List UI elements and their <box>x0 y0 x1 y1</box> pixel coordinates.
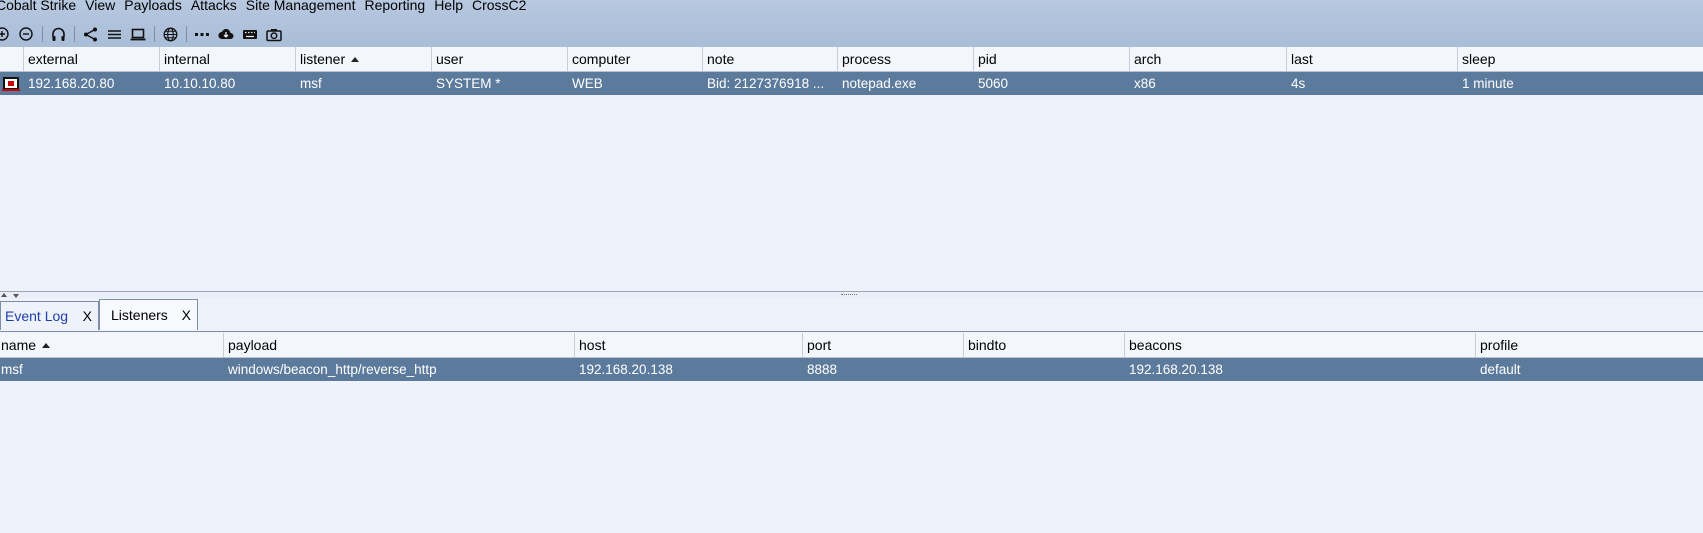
beacons-table: external internal listener user computer… <box>0 47 1703 95</box>
minus-circle-icon[interactable] <box>18 26 34 42</box>
beacon-status-icon <box>0 72 24 95</box>
cell-pid: 5060 <box>978 76 1009 91</box>
column-header-arch[interactable]: arch <box>1130 47 1287 71</box>
menu-view[interactable]: View <box>85 0 115 15</box>
menu-attacks[interactable]: Attacks <box>191 0 237 15</box>
sort-ascending-icon <box>42 343 51 348</box>
cell-beacons: 192.168.20.138 <box>1129 362 1223 377</box>
column-header-sleep[interactable]: sleep <box>1458 47 1703 71</box>
cell-internal: 10.10.10.80 <box>164 76 236 91</box>
cell-payload: windows/beacon_http/reverse_http <box>228 362 437 377</box>
menu-help[interactable]: Help <box>434 0 463 15</box>
globe-icon[interactable] <box>162 26 178 42</box>
column-header-port[interactable]: port <box>803 333 964 357</box>
column-header-last[interactable]: last <box>1287 47 1458 71</box>
column-header-name[interactable]: name <box>0 333 224 357</box>
collapse-up-icon[interactable] <box>1 293 7 297</box>
share-icon[interactable] <box>82 26 98 42</box>
cell-last: 4s <box>1291 76 1306 91</box>
tab-event-log[interactable]: Event Log X <box>0 301 99 330</box>
tab-close-button[interactable]: X <box>83 308 92 324</box>
menu-reporting[interactable]: Reporting <box>364 0 425 15</box>
cell-computer: WEB <box>572 76 603 91</box>
column-header-external[interactable]: external <box>24 47 160 71</box>
column-header-profile[interactable]: profile <box>1476 333 1703 357</box>
menu-cobalt-strike[interactable]: Cobalt Strike <box>0 0 76 15</box>
cell-sleep: 1 minute <box>1462 76 1514 91</box>
tab-label: Event Log <box>5 308 69 324</box>
laptop-icon[interactable] <box>130 26 146 42</box>
split-pane-arrows <box>0 292 19 298</box>
menu-crossc2[interactable]: CrossC2 <box>472 0 526 15</box>
cell-port: 8888 <box>807 362 838 377</box>
cell-bindto <box>964 358 1125 381</box>
tab-bar: Event Log X Listeners X <box>0 299 1703 332</box>
cell-profile: default <box>1480 362 1521 377</box>
menu-payloads[interactable]: Payloads <box>124 0 182 15</box>
listeners-table-header: name payload host port bindto beacons pr… <box>0 333 1703 358</box>
column-header-bindto[interactable]: bindto <box>964 333 1125 357</box>
split-pane-divider[interactable] <box>0 291 1703 298</box>
sort-ascending-icon <box>351 57 360 62</box>
cell-note: Bid: 2127376918 ... <box>707 76 825 91</box>
camera-icon[interactable] <box>266 26 282 42</box>
tab-listeners[interactable]: Listeners X <box>99 299 198 330</box>
column-header-pid[interactable]: pid <box>974 47 1130 71</box>
cell-arch: x86 <box>1134 76 1156 91</box>
table-row[interactable]: msf windows/beacon_http/reverse_http 192… <box>0 358 1703 381</box>
dots-icon[interactable] <box>194 26 210 42</box>
cloud-download-icon[interactable] <box>218 26 234 42</box>
list-icon[interactable] <box>106 26 122 42</box>
tab-label: Listeners <box>111 307 168 323</box>
column-header-computer[interactable]: computer <box>568 47 703 71</box>
menu-site-management[interactable]: Site Management <box>246 0 356 15</box>
column-header-listener[interactable]: listener <box>296 47 432 71</box>
drag-handle-icon[interactable] <box>841 294 857 297</box>
toolbar-separator <box>74 26 75 42</box>
listeners-table: name payload host port bindto beacons pr… <box>0 333 1703 381</box>
plus-circle-icon[interactable] <box>0 26 10 42</box>
column-header-host[interactable]: host <box>575 333 803 357</box>
toolbar <box>0 24 290 44</box>
beacons-table-header: external internal listener user computer… <box>0 47 1703 72</box>
toolbar-separator <box>42 26 43 42</box>
keyboard-icon[interactable] <box>242 26 258 42</box>
column-header-payload[interactable]: payload <box>224 333 575 357</box>
column-header-process[interactable]: process <box>838 47 974 71</box>
toolbar-separator <box>186 26 187 42</box>
cell-host: 192.168.20.138 <box>579 362 673 377</box>
table-row[interactable]: 192.168.20.80 10.10.10.80 msf SYSTEM * W… <box>0 72 1703 95</box>
cell-external: 192.168.20.80 <box>28 76 115 91</box>
headphones-icon[interactable] <box>50 26 66 42</box>
collapse-down-icon[interactable] <box>13 294 19 298</box>
cell-listener: msf <box>300 76 322 91</box>
column-header-icon[interactable] <box>0 47 24 71</box>
cell-process: notepad.exe <box>842 76 917 91</box>
tab-close-button[interactable]: X <box>182 307 191 323</box>
column-header-note[interactable]: note <box>703 47 838 71</box>
menubar: Cobalt Strike View Payloads Attacks Site… <box>0 0 1703 48</box>
toolbar-separator <box>154 26 155 42</box>
column-header-internal[interactable]: internal <box>160 47 296 71</box>
column-header-user[interactable]: user <box>432 47 568 71</box>
cell-user: SYSTEM * <box>436 76 501 91</box>
cell-name: msf <box>1 362 23 377</box>
column-header-beacons[interactable]: beacons <box>1125 333 1476 357</box>
menu-row: Cobalt Strike View Payloads Attacks Site… <box>0 0 535 15</box>
